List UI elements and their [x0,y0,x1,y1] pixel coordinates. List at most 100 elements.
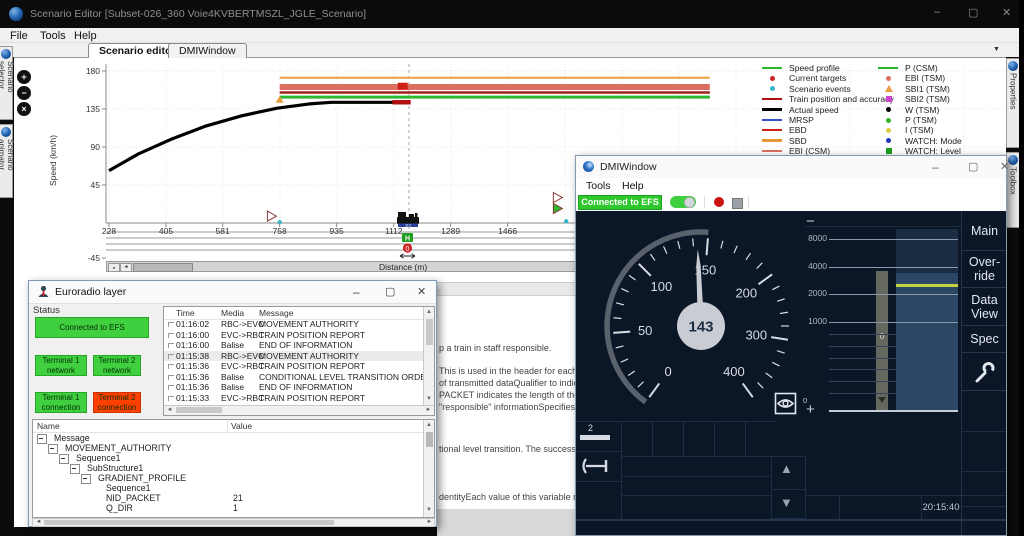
record-button[interactable] [714,197,724,207]
message-time: 01:16:02 [176,319,209,330]
scrollbar-thumb[interactable] [426,319,433,345]
tree-v-scrollbar[interactable]: ▲ ▼ [423,420,434,517]
scrollbar-thumb[interactable] [133,263,193,272]
message-time: 01:15:36 [176,372,209,383]
chart-zoom-out-button[interactable]: − [17,86,31,100]
scrollbar-thumb[interactable] [176,407,222,413]
dmi-button-spec[interactable]: Spec [962,326,1006,353]
dmi-title-bar[interactable]: DMIWindow – ▢ ✕ [576,156,1006,179]
legend-label: EBD [789,125,807,135]
menu-help[interactable]: Help [622,180,644,192]
scroll-right-icon[interactable]: ► [425,519,434,526]
scrollbar-button[interactable]: ◄ [120,263,132,272]
row-expander-icon[interactable] [168,385,174,390]
tree-row[interactable]: Message [33,433,423,443]
col-message[interactable]: Message [259,308,294,318]
menu-tools[interactable]: Tools [586,180,611,192]
svg-text:228: 228 [102,226,116,236]
legend-label: Current targets [789,73,846,83]
message-media: RBC->EVC [221,319,264,330]
message-row[interactable]: 01:16:02RBC->EVCMOVEMENT AUTHORITY [164,319,423,330]
message-table[interactable]: Time Media Message 01:16:02RBC->EVCMOVEM… [163,306,435,416]
distance-scale-label: 1000 [786,316,827,326]
scroll-up-icon[interactable]: ▲ [424,308,434,317]
tree-node-label: SubStructure1 [87,463,143,473]
legend-swatch [878,84,900,94]
dmi-window[interactable]: DMIWindow – ▢ ✕ Tools Help Connected to … [575,155,1007,536]
distance-gridline [829,369,958,370]
dmi-button-dataview[interactable]: DataView [962,288,1006,326]
legend-label: SBI1 (TSM) [905,84,950,94]
row-expander-icon[interactable] [168,354,174,359]
col-media[interactable]: Media [221,308,244,318]
terminal1-connection-button[interactable]: Terminal 1 connection [35,392,87,413]
planning-zoom-out-button[interactable]: − [806,213,815,230]
euroradio-window[interactable]: Euroradio layer – ▢ ✕ Status Connected t… [28,280,437,527]
scroll-left-icon[interactable]: ◄ [34,519,43,526]
table-v-scrollbar[interactable]: ▲ ▼ [423,307,434,405]
scroll-right-icon[interactable]: ► [424,406,433,415]
dmi-button-override[interactable]: Over-ride [962,251,1006,288]
euroradio-title-bar[interactable]: Euroradio layer – ▢ ✕ [29,281,436,304]
dmi-button-main[interactable]: Main [962,211,1006,251]
row-expander-icon[interactable] [168,396,174,401]
svg-text:0: 0 [406,246,410,253]
tree-row[interactable]: GRADIENT_PROFILE [33,473,423,483]
planning-zoom-in-button[interactable]: + [806,401,815,418]
terminal2-network-button[interactable]: Terminal 2 network [93,355,141,376]
scroll-down-icon[interactable]: ▼ [424,506,434,515]
terminal2-connection-button[interactable]: Terminal 2 connection [93,392,141,413]
scroll-down-icon[interactable]: ▼ [424,395,434,404]
maximize-icon[interactable]: ▢ [385,285,395,298]
message-row[interactable]: 01:16:00EVC->RBCTRAIN POSITION REPORT [164,330,423,341]
col-time[interactable]: Time [176,308,195,318]
scrollbar-button[interactable]: ● [108,263,120,272]
column-divider[interactable] [227,420,228,432]
tree-row[interactable]: Q_DIR1 [33,503,423,513]
toolbar-separator [748,196,749,208]
message-time: 01:16:00 [176,330,209,341]
tree-row[interactable]: NID_PACKET21 [33,493,423,503]
message-row[interactable]: 01:15:38RBC->EVCMOVEMENT AUTHORITY [164,351,423,362]
message-row[interactable]: 01:15:36BaliseEND OF INFORMATION [164,382,423,393]
scroll-left-icon[interactable]: ◄ [165,406,174,415]
col-name[interactable]: Name [37,421,60,431]
message-row[interactable]: 01:15:36EVC->RBCTRAIN POSITION REPORT [164,361,423,372]
col-value[interactable]: Value [231,421,252,431]
message-row[interactable]: 01:16:00BaliseEND OF INFORMATION [164,340,423,351]
connected-to-efs-button[interactable]: Connected to EFS [35,317,149,338]
row-expander-icon[interactable] [168,364,174,369]
scroll-up-icon[interactable]: ▲ [424,421,434,430]
minimize-icon[interactable]: – [932,160,939,174]
message-row[interactable]: 01:15:33EVC->RBCTRAIN POSITION REPORT [164,393,423,404]
scrollbar-thumb[interactable] [426,432,433,447]
tree-row[interactable]: Sequence1 [33,483,423,493]
chart-reset-button[interactable]: × [17,102,31,116]
tree-row[interactable]: MOVEMENT_AUTHORITY [33,443,423,453]
settings-button[interactable] [962,353,1006,391]
tree-row[interactable]: Sequence1 [33,453,423,463]
minimize-icon[interactable]: – [353,285,360,299]
row-expander-icon[interactable] [168,322,174,327]
legend-label: P (CSM) [905,63,938,73]
close-icon[interactable]: ✕ [1000,160,1009,173]
svg-text:935: 935 [330,226,344,236]
chart-zoom-in-button[interactable]: + [17,70,31,84]
tree-h-scrollbar[interactable]: ◄ ► [32,518,435,527]
scrollbar-thumb[interactable] [44,520,334,525]
row-expander-icon[interactable] [168,343,174,348]
terminal1-network-button[interactable]: Terminal 1 network [35,355,87,376]
record-toggle[interactable] [670,196,696,208]
table-h-scrollbar[interactable]: ◄ ► [164,405,434,415]
close-icon[interactable]: ✕ [417,285,426,298]
row-expander-icon[interactable] [168,333,174,338]
toolbar-separator [704,196,705,208]
row-expander-icon[interactable] [168,375,174,380]
stop-button[interactable] [732,198,743,209]
message-text: TRAIN POSITION REPORT [259,361,365,372]
maximize-icon[interactable]: ▢ [968,160,978,173]
tree-row[interactable]: SubStructure1 [33,463,423,473]
message-row[interactable]: 01:15:36BaliseCONDITIONAL LEVEL TRANSITI… [164,372,423,383]
distance-gridline [829,294,958,295]
variable-tree[interactable]: Name Value MessageMOVEMENT_AUTHORITYSequ… [32,419,435,518]
